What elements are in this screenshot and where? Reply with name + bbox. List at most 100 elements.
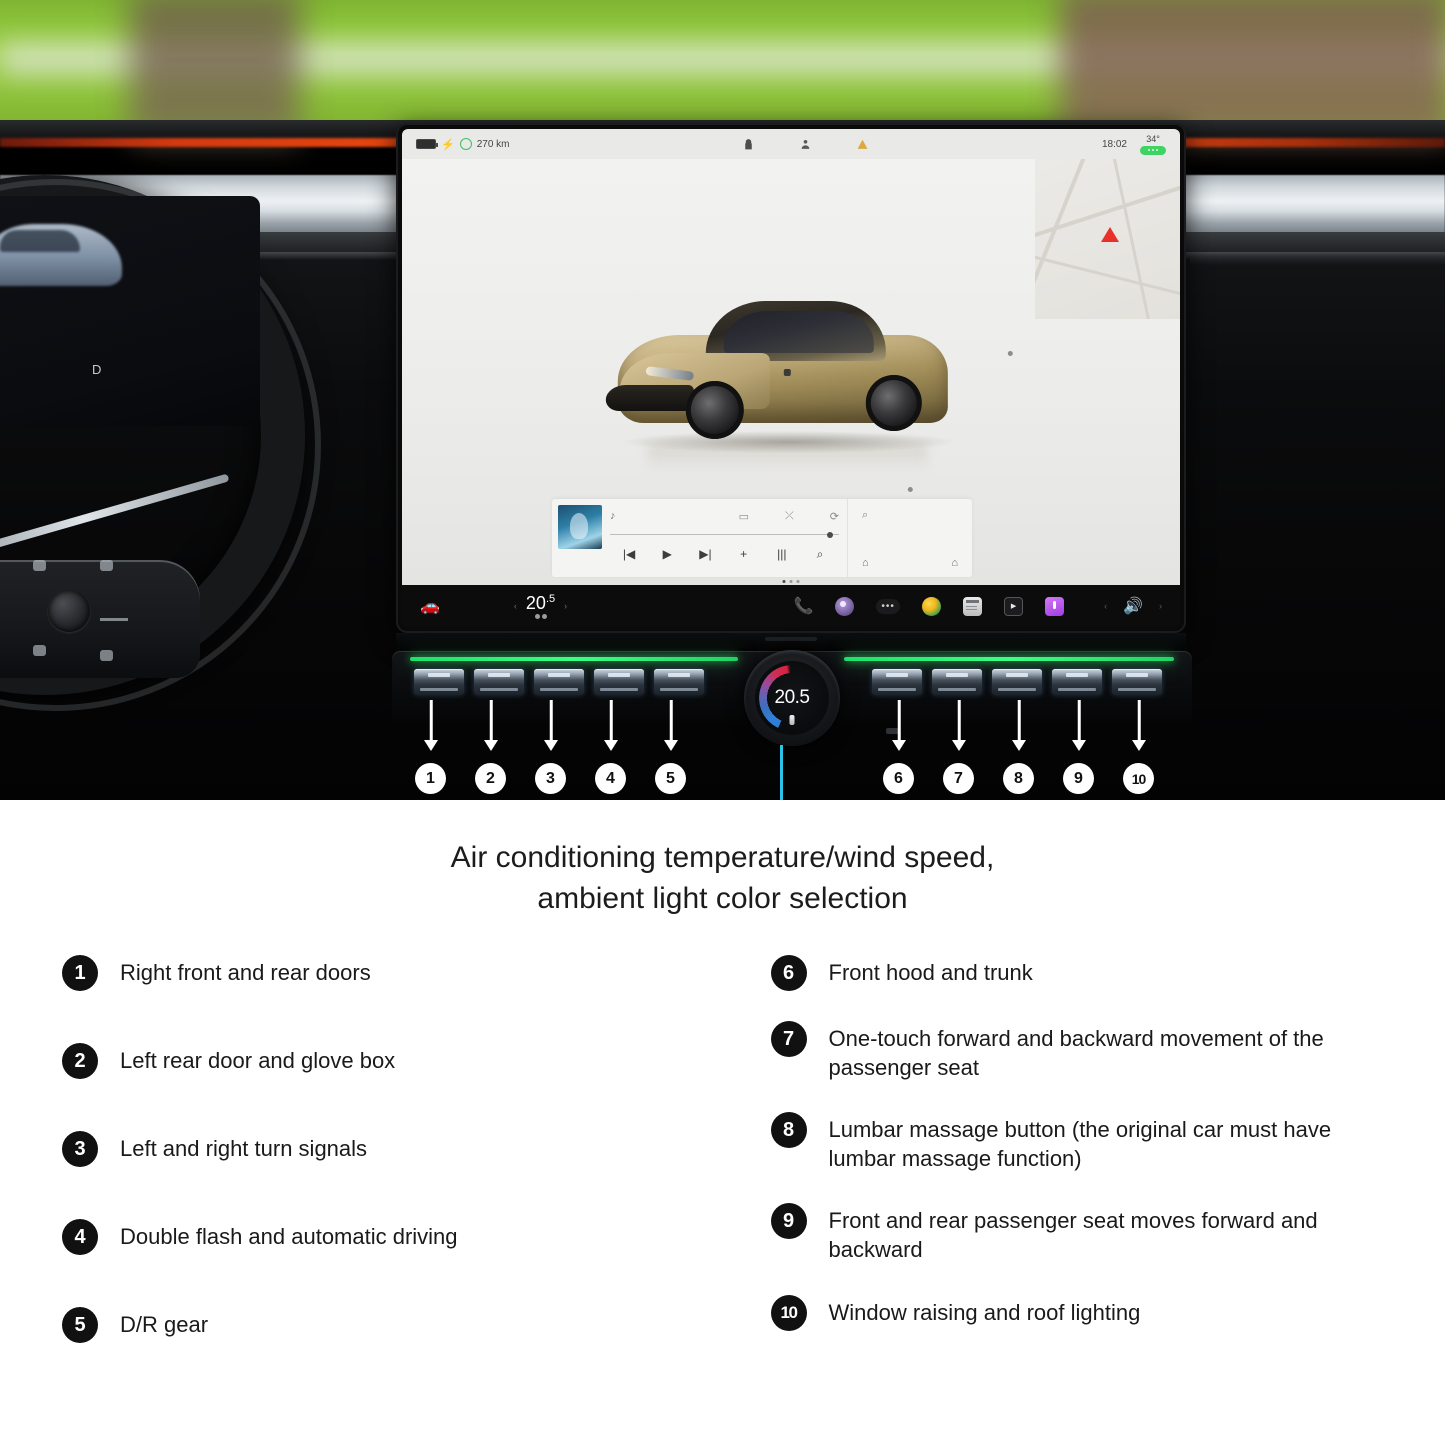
screen-main-view[interactable]: ♪ ▭ ⤫ ⟳ |◀ ▶ ▶| + ||| ⌕ ⌕ ⌂ ⌂	[402, 159, 1180, 585]
legend-badge-7: 7	[770, 1021, 807, 1057]
phone-icon[interactable]: 📞	[794, 597, 814, 616]
car-controls-icon[interactable]: 🚗	[420, 596, 440, 616]
volume-increase-icon[interactable]: ›	[1159, 601, 1162, 611]
legend-item-3: 3 Left and right turn signals	[62, 1131, 723, 1167]
panel-button-10[interactable]	[1112, 669, 1162, 695]
steering-scroll-wheel[interactable]	[48, 590, 90, 632]
search-icon[interactable]: ⌕	[801, 547, 839, 562]
play-icon[interactable]: ▶	[648, 547, 686, 561]
climate-temperature-control[interactable]: ‹ 20.5 ›	[514, 593, 567, 619]
steering-button-left-bottom[interactable]	[33, 645, 46, 656]
repeat-icon[interactable]: ⟳	[830, 510, 839, 523]
temp-decrease-icon[interactable]: ‹	[514, 601, 517, 611]
callout-arrow-6	[884, 700, 914, 752]
purple-app-icon[interactable]	[1045, 596, 1065, 616]
equalizer-icon[interactable]: |||	[763, 547, 801, 561]
add-icon[interactable]: +	[725, 547, 763, 561]
previous-track-icon[interactable]: |◀	[610, 547, 648, 561]
outside-temp-group: 34°	[1140, 134, 1166, 155]
callout-number-7: 7	[943, 763, 974, 794]
next-track-icon[interactable]: ▶|	[686, 547, 724, 561]
legend-text-8: Lumbar massage button (the original car …	[828, 1117, 1332, 1171]
callout-number-9: 9	[1063, 763, 1094, 794]
playback-progress-bar[interactable]	[610, 531, 839, 538]
legend-text-3: Left and right turn signals	[120, 1136, 368, 1161]
browser-icon[interactable]	[922, 596, 942, 616]
media-player-icon[interactable]	[835, 596, 855, 616]
panel-button-8[interactable]	[992, 669, 1042, 695]
more-apps-icon[interactable]: •••	[876, 598, 901, 614]
quick-actions-row: ⌂ ⌂	[862, 557, 958, 569]
legend-item-9: 9 Front and rear passenger seat moves fo…	[770, 1203, 1384, 1264]
panel-button-3[interactable]	[534, 669, 584, 695]
quick-actions-panel: ⌕ ⌂ ⌂	[847, 499, 972, 577]
driver-profile-icon[interactable]	[799, 138, 812, 151]
legend-item-8: 8 Lumbar massage button (the original ca…	[770, 1112, 1384, 1173]
news-icon[interactable]	[963, 596, 983, 616]
dial-face: 20.5	[755, 661, 829, 735]
search-icon[interactable]: ⌕	[862, 509, 958, 522]
legend-item-1: 1 Right front and rear doors	[62, 955, 723, 991]
transport-controls: |◀ ▶ ▶| + ||| ⌕	[610, 541, 839, 567]
vehicle-windows	[723, 311, 874, 353]
climate-control-dial[interactable]: 20.5	[744, 650, 840, 746]
climate-callout-caption: Air conditioning temperature/wind speed,…	[0, 838, 1445, 919]
clock-label: 18:02	[1101, 138, 1127, 150]
vehicle-visualization[interactable]	[578, 277, 1013, 492]
callout-arrow-4	[596, 700, 626, 752]
vehicle-side-mirror	[783, 369, 791, 376]
steering-button-left-top[interactable]	[33, 560, 46, 571]
callout-arrow-climate-stem	[780, 745, 783, 800]
passenger-air-vent	[1190, 256, 1445, 266]
cast-icon[interactable]: ▭	[739, 510, 749, 523]
legend-text-5: D/R gear	[120, 1312, 209, 1337]
warning-icon[interactable]	[856, 138, 869, 151]
media-player-panel[interactable]: ♪ ▭ ⤫ ⟳ |◀ ▶ ▶| + ||| ⌕ ⌕ ⌂ ⌂	[552, 499, 972, 577]
callout-number-4: 4	[595, 763, 626, 794]
panel-button-5[interactable]	[654, 669, 704, 695]
panel-button-7[interactable]	[932, 669, 982, 695]
screen-hint-dot	[1007, 351, 1013, 356]
volume-decrease-icon[interactable]: ‹	[1104, 601, 1107, 611]
panel-button-2[interactable]	[474, 669, 524, 695]
steering-button-right-bottom[interactable]	[100, 650, 113, 661]
legend-badge-2: 2	[62, 1043, 98, 1079]
callout-arrow-1	[416, 700, 446, 752]
panel-button-6[interactable]	[872, 669, 922, 695]
callout-number-5: 5	[655, 763, 686, 794]
album-art[interactable]	[558, 505, 602, 549]
fan-speed-indicator[interactable]	[534, 613, 547, 619]
video-icon[interactable]	[1004, 596, 1024, 616]
legend-text-9: Front and rear passenger seat moves forw…	[828, 1208, 1318, 1262]
volume-control[interactable]: ‹ 🔊 ›	[1104, 596, 1162, 616]
callout-number-6: 6	[883, 763, 914, 794]
seat-heater-pill[interactable]	[1140, 145, 1166, 155]
shuffle-icon[interactable]: ⤫	[785, 510, 794, 523]
legend-badge-4: 4	[62, 1219, 98, 1255]
garage-icon[interactable]: ⌂	[951, 557, 958, 569]
charge-ring-icon	[459, 138, 472, 150]
center-touchscreen[interactable]: ⚡ 270 km 18:02 34° ♪ ▭ ⤫ ⟳ |◀ ▶ ▶| + |||…	[402, 129, 1180, 627]
steering-button-right-top[interactable]	[100, 560, 113, 571]
temp-increase-icon[interactable]: ›	[564, 601, 567, 611]
callout-number-1: 1	[415, 763, 446, 794]
legend-text-6: Front hood and trunk	[828, 960, 1033, 985]
navigation-map-panel[interactable]	[1035, 159, 1180, 319]
lock-icon[interactable]	[742, 138, 755, 151]
callout-arrow-8	[1004, 700, 1034, 752]
panel-button-1[interactable]	[414, 669, 464, 695]
windshield-scenery	[0, 0, 1445, 140]
range-label: 270 km	[476, 138, 510, 150]
volume-icon[interactable]: 🔊	[1123, 596, 1143, 616]
legend-text-1: Right front and rear doors	[120, 960, 371, 985]
legend-item-6: 6 Front hood and trunk	[770, 955, 1384, 991]
panel-button-4[interactable]	[594, 669, 644, 695]
caption-line-1: Air conditioning temperature/wind speed,	[450, 841, 995, 874]
home-icon[interactable]: ⌂	[862, 557, 869, 569]
screen-hint-dot	[907, 487, 913, 492]
vehicle-rear-wheel	[865, 375, 922, 431]
panel-button-9[interactable]	[1052, 669, 1102, 695]
page-indicator-dots	[782, 580, 800, 583]
playback-progress-knob[interactable]	[827, 531, 833, 538]
status-bar-right: 18:02 34°	[1102, 134, 1166, 155]
